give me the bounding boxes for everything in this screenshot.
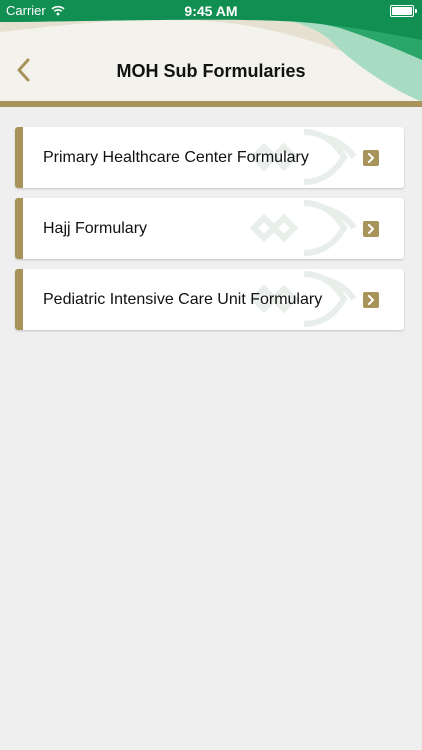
list-item-picu[interactable]: Pediatric Intensive Care Unit Formulary [15,269,404,330]
list-item-label: Primary Healthcare Center Formulary [43,148,309,166]
chevron-right-icon [363,221,379,237]
formulary-list: Primary Healthcare Center Formulary Hajj… [15,127,404,340]
status-bar: Carrier 9:45 AM [0,0,422,22]
card-accent-bar [15,198,23,259]
card-accent-bar [15,127,23,188]
list-item-hajj[interactable]: Hajj Formulary [15,198,404,259]
chevron-right-icon [363,150,379,166]
page-title: MOH Sub Formularies [116,61,306,81]
battery-icon [390,5,417,17]
list-item-primary-healthcare[interactable]: Primary Healthcare Center Formulary [15,127,404,188]
list-item-label: Pediatric Intensive Care Unit Formulary [43,290,323,308]
card-accent-bar [15,269,23,330]
list-item-label: Hajj Formulary [43,219,148,237]
status-time: 9:45 AM [184,3,238,19]
chevron-right-icon [363,292,379,308]
header-divider [0,101,422,107]
